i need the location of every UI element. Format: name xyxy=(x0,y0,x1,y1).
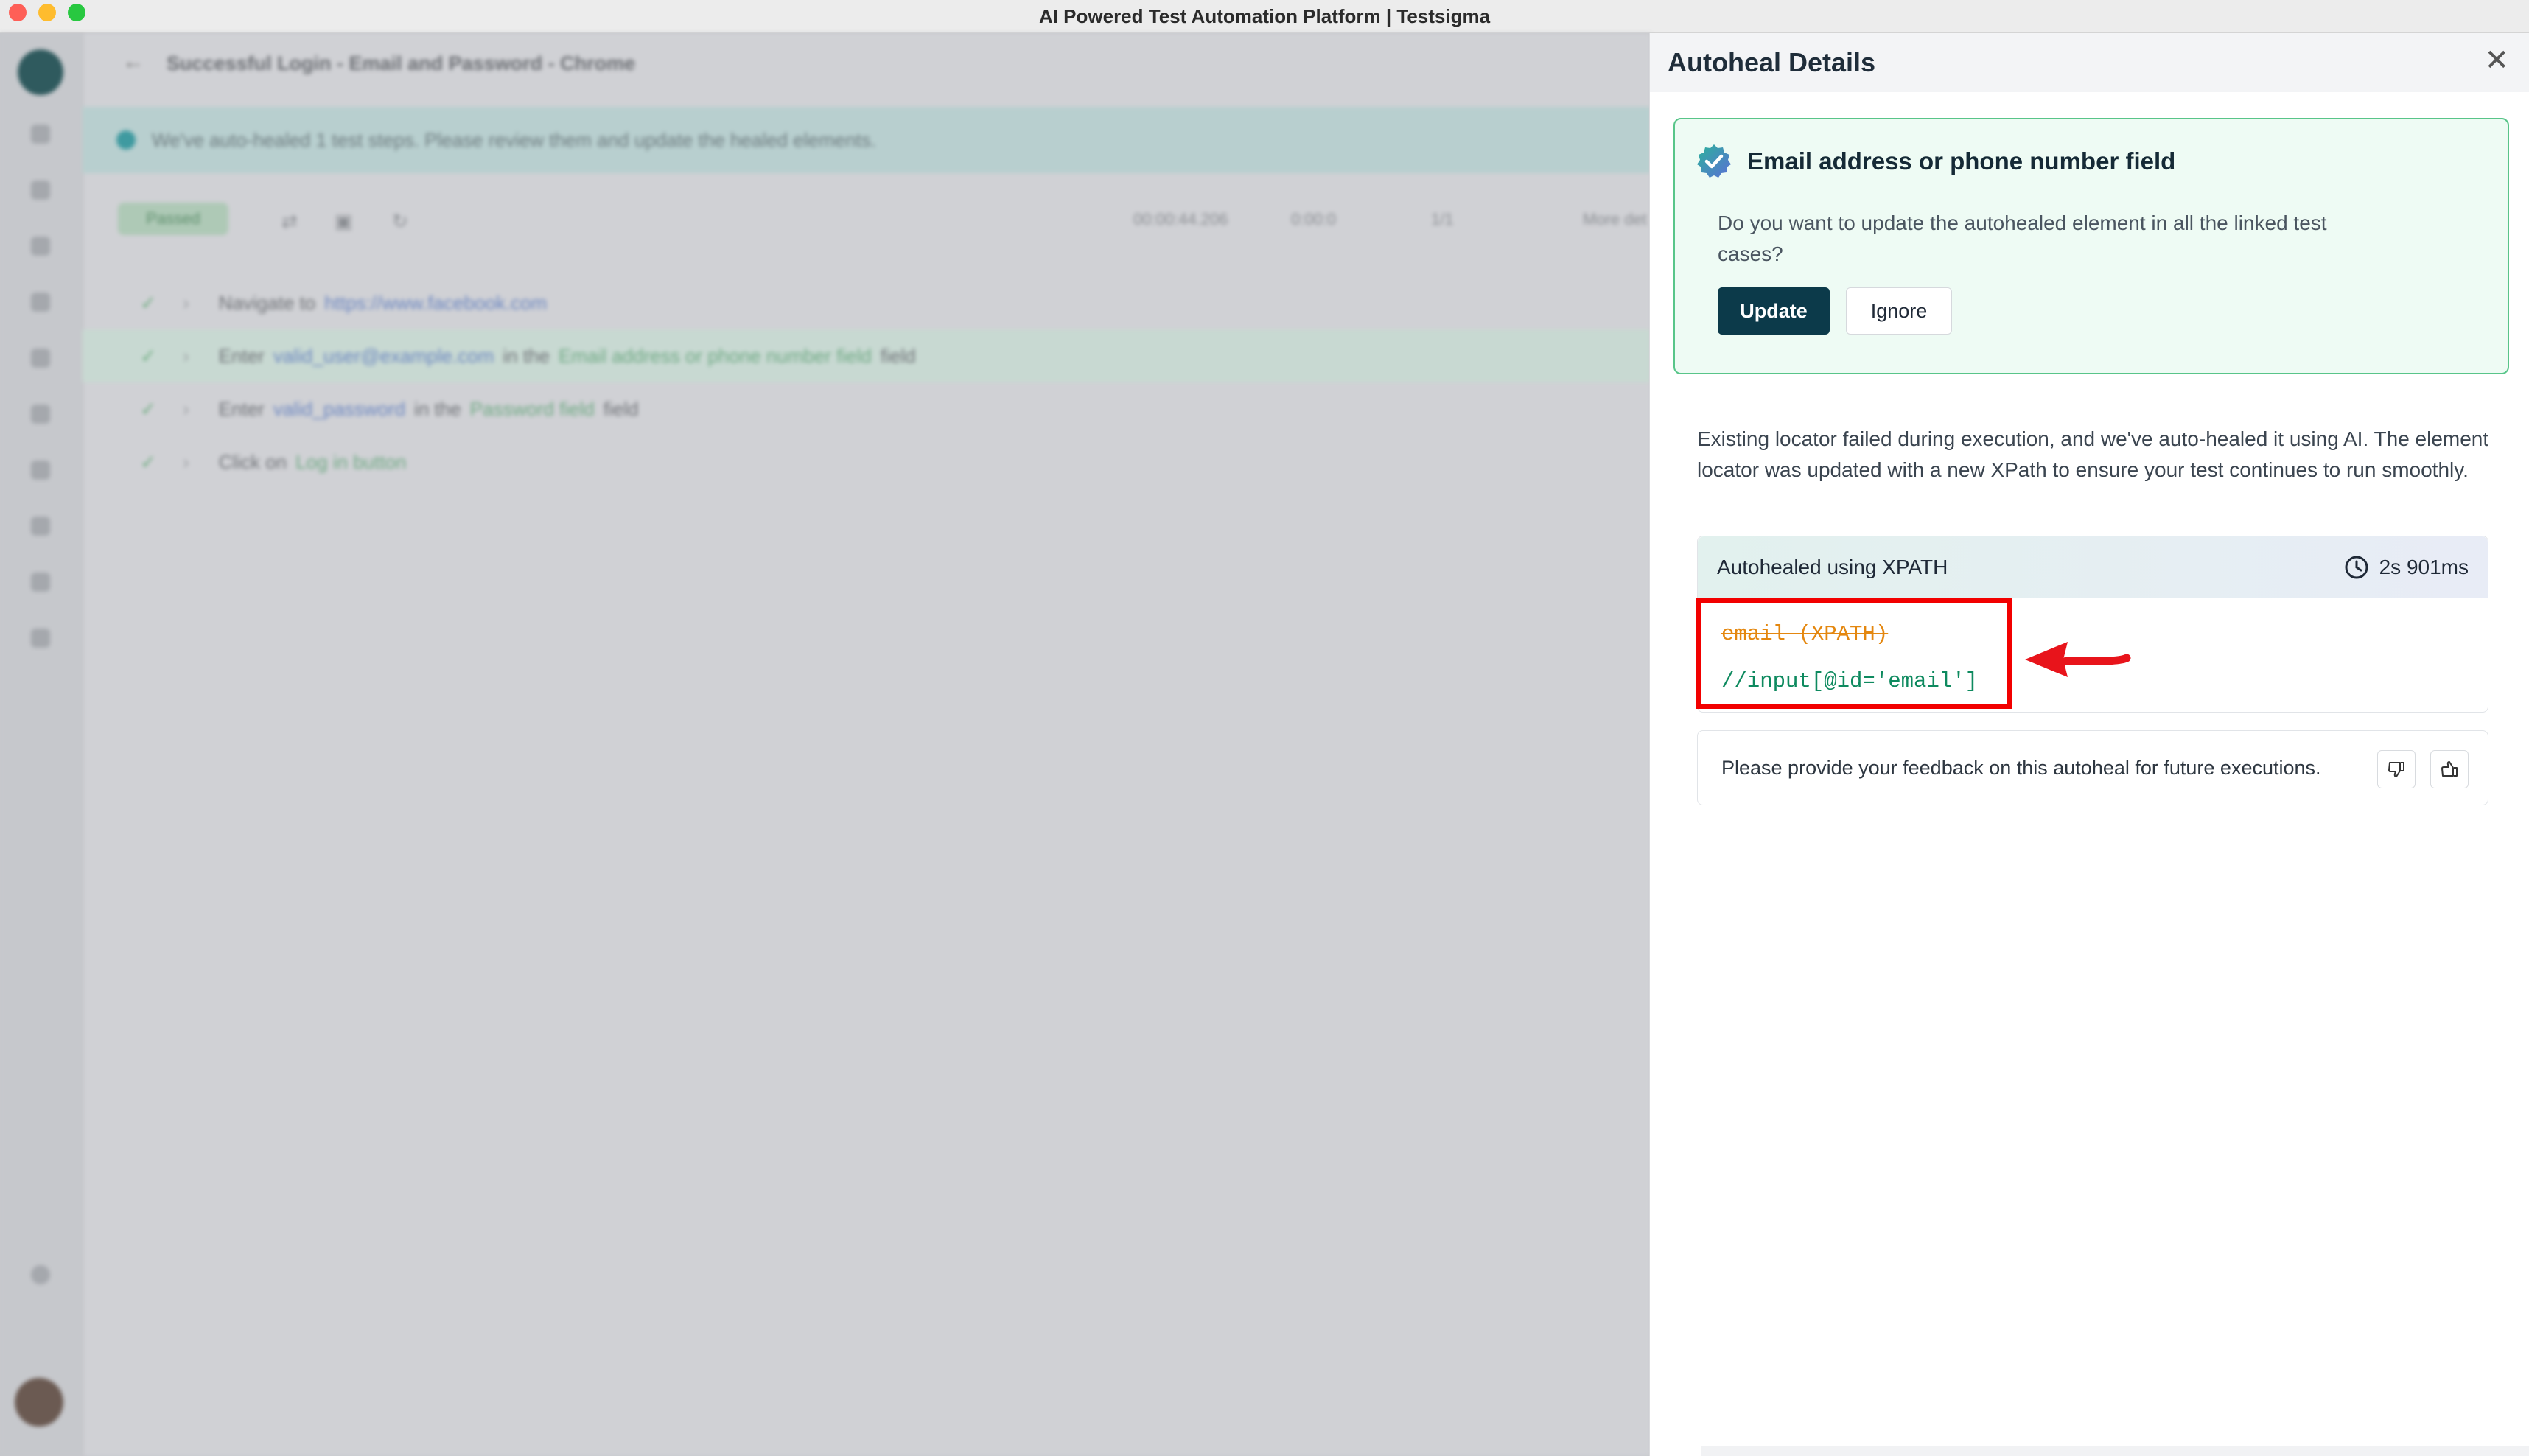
test-steps-list: ✓ › Navigate to https://www.facebook.com… xyxy=(83,276,1651,489)
red-arrow-icon xyxy=(2025,642,2131,677)
thumbs-up-icon xyxy=(2441,761,2458,777)
nav-icon-10[interactable] xyxy=(31,629,50,648)
step-connector: in the xyxy=(414,397,461,420)
chevron-right-icon: › xyxy=(183,397,189,420)
step-suffix: field xyxy=(880,344,916,367)
toolbar-icon-1[interactable]: ⇄ xyxy=(281,210,298,233)
test-step[interactable]: ✓ › Click on Log in button xyxy=(83,435,1651,489)
step-verb: Enter xyxy=(218,344,265,367)
help-icon[interactable] xyxy=(31,1265,50,1284)
autoheal-details-panel: Autoheal Details ✕ Email address or phon… xyxy=(1649,33,2529,1456)
test-step[interactable]: ✓ › Enter valid_password in the Password… xyxy=(83,382,1651,435)
nav-icon-2[interactable] xyxy=(31,181,50,200)
window-controls xyxy=(9,4,85,21)
more-details-link[interactable]: More det xyxy=(1583,210,1647,229)
step-verb: Navigate to xyxy=(218,291,316,314)
step-connector: in the xyxy=(503,344,550,367)
notice-title: Email address or phone number field xyxy=(1747,147,2176,175)
step-target: Log in button xyxy=(295,450,407,473)
heal-card-header: Autohealed using XPATH 2s 901ms xyxy=(1698,536,2488,598)
step-value: valid_user@example.com xyxy=(273,344,494,367)
test-step[interactable]: ✓ › Navigate to https://www.facebook.com xyxy=(83,276,1651,329)
ignore-button[interactable]: Ignore xyxy=(1846,287,1952,335)
nav-icon-4[interactable] xyxy=(31,293,50,312)
panel-scroll-track xyxy=(1701,1446,2529,1456)
nav-icon-8[interactable] xyxy=(31,517,50,536)
left-nav-rail xyxy=(0,33,83,1456)
nav-icon-7[interactable] xyxy=(31,461,50,480)
autoheal-banner: We've auto-healed 1 test steps. Please r… xyxy=(83,107,1651,173)
nav-icon-9[interactable] xyxy=(31,573,50,592)
step-verb: Click on xyxy=(218,450,287,473)
clock-icon xyxy=(2345,556,2368,579)
test-step[interactable]: ✓ › Enter valid_user@example.com in the … xyxy=(83,329,1651,382)
chevron-right-icon: › xyxy=(183,450,189,473)
heal-duration: 2s 901ms xyxy=(2344,555,2469,580)
chevron-right-icon: › xyxy=(183,344,189,367)
old-locator: email (XPATH) xyxy=(1721,622,1889,646)
step-value: https://www.facebook.com xyxy=(324,291,548,314)
panel-header: Autoheal Details ✕ xyxy=(1650,33,2529,92)
step-target: Email address or phone number field xyxy=(558,344,872,367)
check-icon: ✓ xyxy=(140,344,156,367)
notice-header: Email address or phone number field xyxy=(1696,143,2175,180)
window-title: AI Powered Test Automation Platform | Te… xyxy=(1038,4,1491,27)
thumbs-down-button[interactable] xyxy=(2377,750,2416,788)
background-app: ← Successful Login - Email and Password … xyxy=(0,33,1651,1456)
heal-duration-value: 2s 901ms xyxy=(2379,556,2469,578)
nav-icon-3[interactable] xyxy=(31,237,50,256)
verified-badge-icon xyxy=(1697,144,1731,178)
toolbar-icon-3[interactable]: ↻ xyxy=(392,210,408,233)
toolbar-icon-2[interactable]: ▣ xyxy=(335,210,353,233)
thumbs-up-button[interactable] xyxy=(2430,750,2469,788)
maximize-window-button[interactable] xyxy=(68,4,85,21)
chevron-right-icon: › xyxy=(183,291,189,314)
back-arrow-icon[interactable]: ← xyxy=(122,49,144,74)
count-readout: 1/1 xyxy=(1431,210,1454,228)
update-button[interactable]: Update xyxy=(1718,287,1830,335)
step-verb: Enter xyxy=(218,397,265,420)
step-value: valid_password xyxy=(273,397,406,420)
thumbs-down-icon xyxy=(2388,762,2404,777)
nav-icon-5[interactable] xyxy=(31,349,50,368)
duration-readout: 00:00:44.206 xyxy=(1133,210,1228,228)
nav-icon-1[interactable] xyxy=(31,125,50,144)
close-icon[interactable]: ✕ xyxy=(2484,43,2509,77)
steps-readout: 0:00:0 xyxy=(1291,210,1337,228)
close-window-button[interactable] xyxy=(9,4,27,21)
locator-highlight-box: email (XPATH) //input[@id='email'] xyxy=(1696,598,2012,709)
autoheal-locator-card: Autohealed using XPATH 2s 901ms email (X… xyxy=(1696,536,2488,713)
status-badge: Passed xyxy=(118,203,228,235)
panel-title: Autoheal Details xyxy=(1668,47,1876,77)
check-icon: ✓ xyxy=(140,291,156,314)
user-avatar[interactable] xyxy=(15,1378,63,1427)
nav-icon-6[interactable] xyxy=(31,405,50,424)
minimize-window-button[interactable] xyxy=(38,4,56,21)
check-icon: ✓ xyxy=(140,450,156,473)
breadcrumb: Successful Login - Email and Password - … xyxy=(167,52,636,74)
feedback-card: Please provide your feedback on this aut… xyxy=(1697,730,2488,805)
info-icon xyxy=(116,130,136,150)
check-icon: ✓ xyxy=(140,397,156,420)
heal-method-label: Autohealed using XPATH xyxy=(1717,556,1948,578)
step-suffix: field xyxy=(603,397,639,420)
step-target: Password field xyxy=(469,397,595,420)
feedback-text: Please provide your feedback on this aut… xyxy=(1721,756,2321,779)
update-notice-card: Email address or phone number field Do y… xyxy=(1673,118,2509,374)
new-locator: //input[@id='email'] xyxy=(1721,669,1979,693)
banner-text: We've auto-healed 1 test steps. Please r… xyxy=(152,128,876,151)
autoheal-description: Existing locator failed during execution… xyxy=(1697,427,2489,481)
result-toolbar: Passed ⇄ ▣ ↻ 00:00:44.206 0:00:0 1/1 Mor… xyxy=(83,195,1651,247)
window-titlebar: AI Powered Test Automation Platform | Te… xyxy=(0,0,2529,33)
app-logo xyxy=(18,49,63,95)
notice-question: Do you want to update the autohealed ele… xyxy=(1718,211,2327,265)
